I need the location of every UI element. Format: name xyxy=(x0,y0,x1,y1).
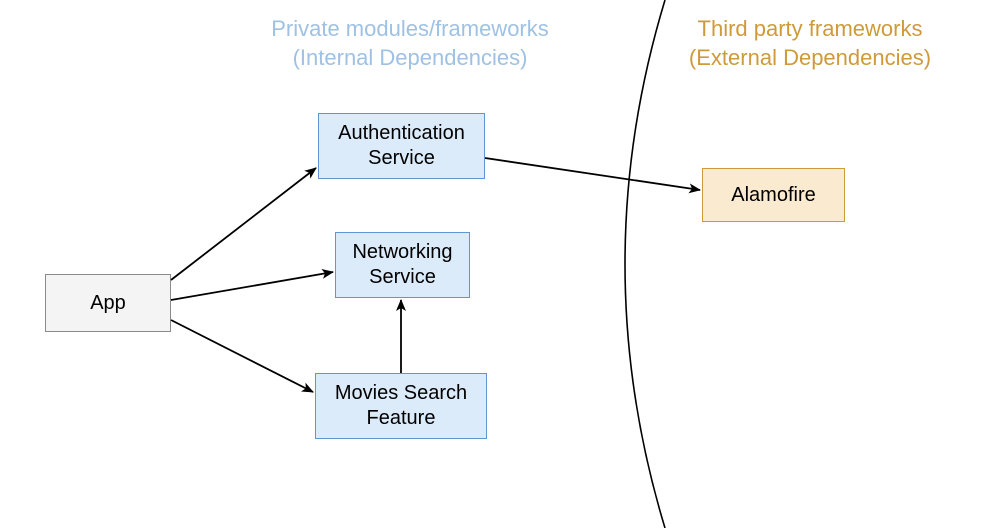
node-auth-label-line1: Authentication xyxy=(338,122,465,144)
node-alamofire-label: Alamofire xyxy=(731,183,815,208)
node-networking-service: Networking Service xyxy=(335,232,470,298)
diagram-overlay xyxy=(0,0,1000,528)
section-label-private-line2: (Internal Dependencies) xyxy=(293,45,528,70)
section-label-third-line2: (External Dependencies) xyxy=(689,45,931,70)
node-app: App xyxy=(45,274,171,332)
section-label-third-party: Third party frameworks (External Depende… xyxy=(660,15,960,72)
node-authentication-service: Authentication Service xyxy=(318,113,485,179)
node-net-label-line1: Networking xyxy=(352,241,452,263)
node-movies-label-line1: Movies Search xyxy=(335,382,467,404)
section-label-private: Private modules/frameworks (Internal Dep… xyxy=(240,15,580,72)
node-net-label-line2: Service xyxy=(369,266,436,288)
edge-app-to-movies xyxy=(171,320,313,392)
section-label-private-line1: Private modules/frameworks xyxy=(271,16,549,41)
node-auth-label-line2: Service xyxy=(368,147,435,169)
section-label-third-line1: Third party frameworks xyxy=(698,16,923,41)
node-alamofire: Alamofire xyxy=(702,168,845,222)
node-movies-search-feature: Movies Search Feature xyxy=(315,373,487,439)
node-app-label: App xyxy=(90,291,126,316)
edge-auth-to-alamofire xyxy=(485,158,700,190)
edge-app-to-auth xyxy=(171,168,316,280)
boundary-arc xyxy=(625,0,665,528)
edge-app-to-networking xyxy=(171,272,333,300)
node-movies-label-line2: Feature xyxy=(367,407,436,429)
